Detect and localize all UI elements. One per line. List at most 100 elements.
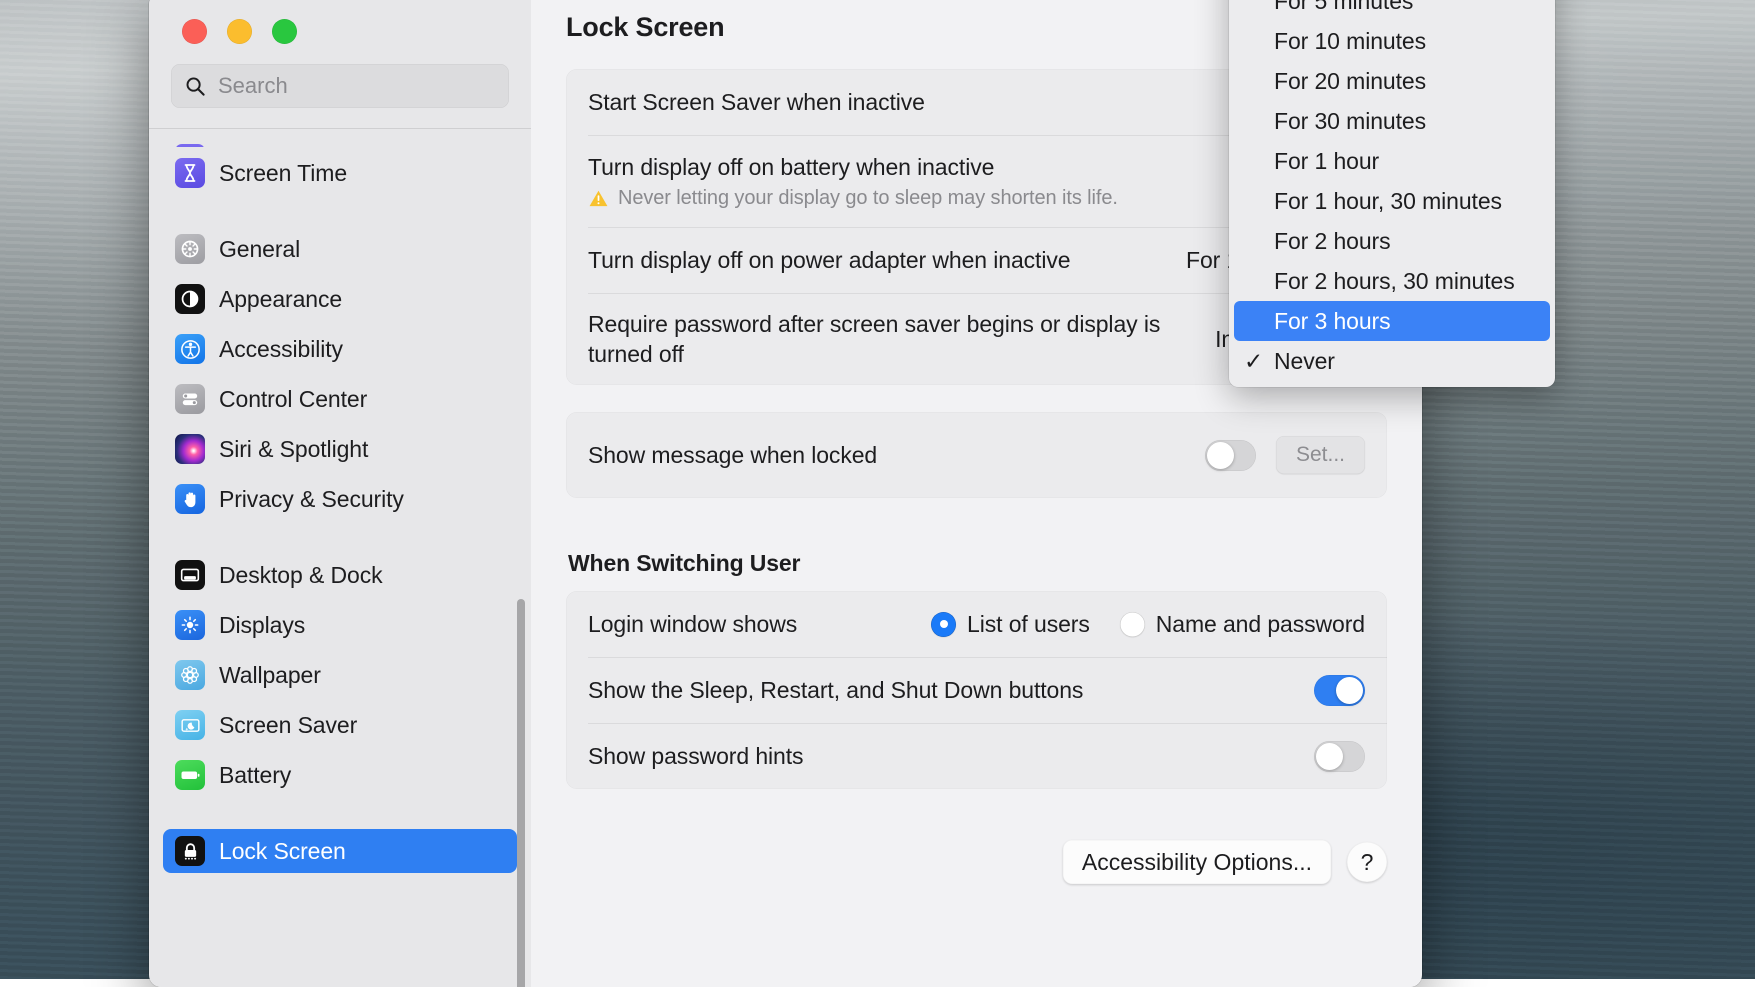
screen-time-icon [175, 158, 205, 188]
menu-item-label: For 3 hours [1274, 308, 1391, 335]
row-show-password-hints[interactable]: Show password hints [566, 723, 1387, 789]
sidebar-item-screen-time[interactable]: Screen Time [163, 151, 517, 195]
row-login-window-shows[interactable]: Login window shows List of users Name an… [566, 591, 1387, 657]
sidebar-item-label: Siri & Spotlight [219, 436, 368, 463]
accessibility-options-button[interactable]: Accessibility Options... [1063, 840, 1331, 884]
menu-item-for-3-hours[interactable]: For 3 hours [1234, 301, 1550, 341]
warning-triangle-icon [588, 189, 609, 208]
search-field[interactable] [171, 64, 509, 108]
menu-item-label: For 1 hour [1274, 148, 1379, 175]
menu-item[interactable]: For 30 minutes [1234, 101, 1550, 141]
sidebar-item-lock-screen[interactable]: Lock Screen [163, 829, 517, 873]
row-label: Show password hints [588, 741, 803, 771]
row-sub: Never letting your display go to sleep m… [588, 187, 1118, 210]
sidebar-item-control-center[interactable]: Control Center [163, 377, 517, 421]
accessibility-icon [175, 334, 205, 364]
sidebar-item-screen-saver[interactable]: Screen Saver [163, 703, 517, 747]
sidebar-item-battery[interactable]: Battery [163, 753, 517, 797]
sidebar-scrollbar[interactable] [517, 599, 525, 987]
row-label: Login window shows [588, 609, 797, 639]
desktop-dock-icon [175, 560, 205, 590]
sidebar-item-label: Wallpaper [219, 662, 321, 689]
sidebar-item-wallpaper[interactable]: Wallpaper [163, 653, 517, 697]
search-icon [185, 76, 206, 97]
check-icon: ✓ [1244, 348, 1266, 375]
menu-item-label: For 10 minutes [1274, 28, 1426, 55]
radio-dot [931, 612, 956, 637]
row-label: Show message when locked [588, 440, 877, 470]
when-switching-user-group: Login window shows List of users Name an… [566, 591, 1387, 789]
sidebar-item-appearance[interactable]: Appearance [163, 277, 517, 321]
sidebar-item-label: Privacy & Security [219, 486, 404, 513]
sidebar-item-siri-spotlight[interactable]: Siri & Spotlight [163, 427, 517, 471]
menu-item-for-2-hours[interactable]: For 2 hours [1234, 221, 1550, 261]
privacy-hand-icon [175, 484, 205, 514]
battery-icon [175, 760, 205, 790]
sidebar-item-clipped[interactable] [163, 137, 517, 147]
menu-item-label: Never [1274, 348, 1335, 375]
menu-item-label: For 5 minutes [1274, 0, 1413, 15]
toggle-knob [1316, 743, 1343, 770]
menu-item-label: For 1 hour, 30 minutes [1274, 188, 1502, 215]
menu-item-label: For 2 hours, 30 minutes [1274, 268, 1515, 295]
wallpaper-icon [175, 660, 205, 690]
menu-item-for-2-hours-30-minutes[interactable]: For 2 hours, 30 minutes [1234, 261, 1550, 301]
gear-icon [175, 234, 205, 264]
sidebar-item-label: Screen Time [219, 160, 347, 187]
row-show-message-when-locked[interactable]: Show message when locked Set... [566, 412, 1387, 498]
show-sleep-restart-shutdown-toggle[interactable] [1314, 675, 1365, 706]
close-button[interactable] [182, 19, 207, 44]
menu-item[interactable]: For 5 minutes [1234, 0, 1550, 21]
section-title-when-switching-user: When Switching User [568, 550, 1387, 577]
show-message-group: Show message when locked Set... [566, 412, 1387, 498]
sidebar-group-gap [163, 803, 517, 829]
sidebar-item-general[interactable]: General [163, 227, 517, 271]
sidebar-item-label: Desktop & Dock [219, 562, 383, 589]
menu-item[interactable]: For 20 minutes [1234, 61, 1550, 101]
menu-item-never[interactable]: ✓ Never [1234, 341, 1550, 381]
row-label: Start Screen Saver when inactive [588, 87, 925, 117]
show-message-toggle[interactable] [1205, 440, 1256, 471]
menu-item-for-1-hour-30-minutes[interactable]: For 1 hour, 30 minutes [1234, 181, 1550, 221]
radio-name-and-password[interactable]: Name and password [1120, 611, 1365, 638]
zoom-button[interactable] [272, 19, 297, 44]
sidebar-group-gap [163, 527, 517, 553]
row-show-sleep-restart-shutdown[interactable]: Show the Sleep, Restart, and Shut Down b… [566, 657, 1387, 723]
radio-label: List of users [967, 611, 1090, 638]
window-traffic-lights [149, 0, 531, 54]
radio-label: Name and password [1156, 611, 1365, 638]
sidebar: Screen Time General [149, 0, 531, 987]
login-window-radio-group: List of users Name and password [931, 611, 1365, 638]
footer-actions: Accessibility Options... ? [1063, 840, 1387, 884]
row-label: Show the Sleep, Restart, and Shut Down b… [588, 675, 1083, 705]
search-input[interactable] [218, 73, 495, 99]
set-message-button[interactable]: Set... [1276, 436, 1365, 474]
menu-item-label: For 2 hours [1274, 228, 1391, 255]
sidebar-item-label: Displays [219, 612, 305, 639]
radio-list-of-users[interactable]: List of users [931, 611, 1090, 638]
page-title: Lock Screen [566, 12, 724, 43]
show-password-hints-toggle[interactable] [1314, 741, 1365, 772]
sidebar-item-label: Battery [219, 762, 291, 789]
menu-item[interactable]: For 10 minutes [1234, 21, 1550, 61]
sidebar-item-label: General [219, 236, 300, 263]
sidebar-item-desktop-dock[interactable]: Desktop & Dock [163, 553, 517, 597]
sidebar-item-label: Screen Saver [219, 712, 357, 739]
row-label: Turn display off on battery when inactiv… [588, 152, 1118, 182]
row-label: Require password after screen saver begi… [588, 309, 1198, 370]
displays-sun-icon [175, 610, 205, 640]
help-button[interactable]: ? [1347, 842, 1387, 882]
search-container [149, 54, 531, 108]
screen-saver-interval-menu: For 1 minute For 2 minutes For 5 minutes… [1229, 0, 1555, 387]
sidebar-item-privacy-security[interactable]: Privacy & Security [163, 477, 517, 521]
sidebar-item-label: Control Center [219, 386, 367, 413]
toggle-knob [1207, 442, 1234, 469]
menu-item[interactable]: For 1 hour [1234, 141, 1550, 181]
appearance-icon [175, 284, 205, 314]
sidebar-item-displays[interactable]: Displays [163, 603, 517, 647]
minimize-button[interactable] [227, 19, 252, 44]
menu-item-label: For 30 minutes [1274, 108, 1426, 135]
sidebar-item-accessibility[interactable]: Accessibility [163, 327, 517, 371]
sidebar-group-gap [163, 201, 517, 227]
siri-icon [175, 434, 205, 464]
